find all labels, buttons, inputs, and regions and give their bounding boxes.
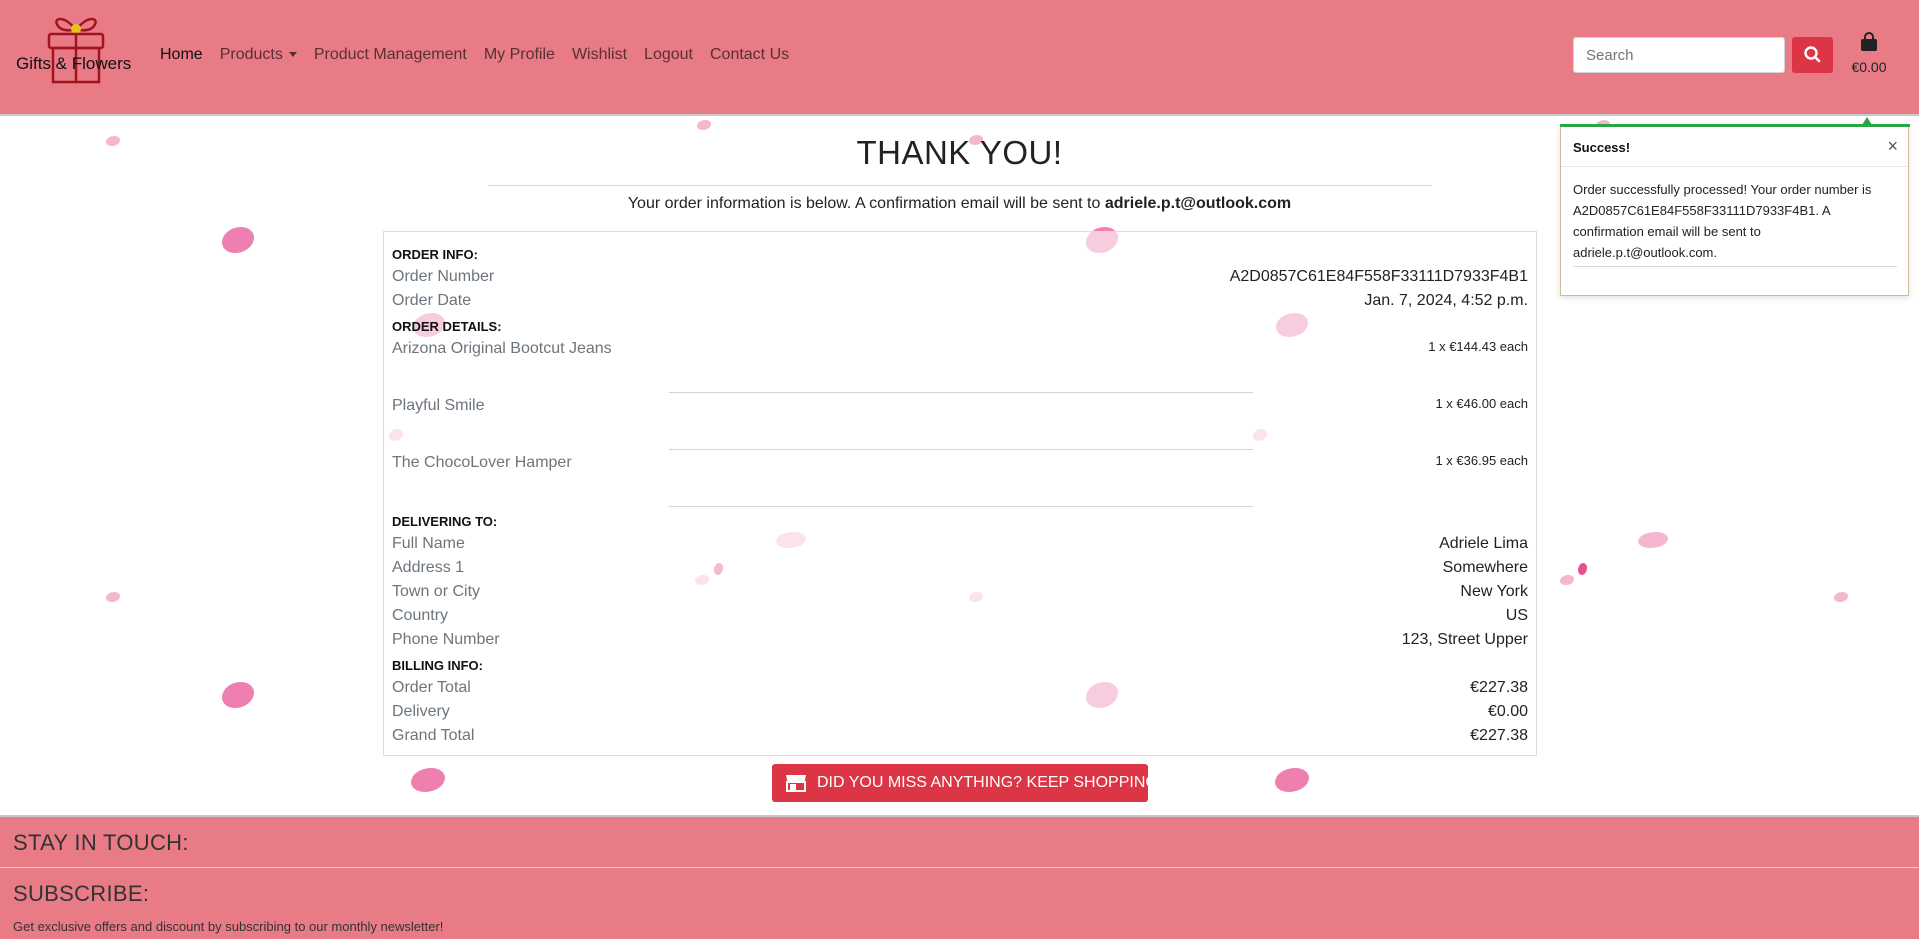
order-number-row: Order Number A2D0857C61E84F558F33111D793… — [392, 268, 1528, 290]
order-summary-card: ORDER INFO: Order Number A2D0857C61E84F5… — [383, 231, 1537, 756]
brand-name: Gifts & Flowers — [16, 54, 132, 73]
navbar: Gifts & Flowers Home Products Product Ma… — [0, 0, 1919, 116]
phone-value: 123, Street Upper — [1401, 631, 1528, 648]
delivery-row: Delivery €0.00 — [392, 703, 1528, 725]
close-icon[interactable]: × — [1887, 136, 1898, 157]
order-date-row: Order Date Jan. 7, 2024, 4:52 p.m. — [392, 292, 1528, 314]
petal-decoration — [1578, 563, 1587, 575]
list-item: Playful Smile 1 x €46.00 each — [392, 396, 1528, 419]
bag-total: €0.00 — [1851, 59, 1887, 75]
item-name: Playful Smile — [392, 397, 485, 414]
town-value: New York — [1460, 583, 1528, 600]
subscribe-heading: SUBSCRIBE: — [13, 881, 150, 906]
full-name-row: Full Name Adriele Lima — [392, 535, 1528, 557]
footer: STAY IN TOUCH: SUBSCRIBE: Get exclusive … — [0, 815, 1919, 939]
address1-label: Address 1 — [392, 559, 465, 576]
town-label: Town or City — [392, 583, 481, 600]
address1-value: Somewhere — [1442, 559, 1528, 576]
order-number-value: A2D0857C61E84F558F33111D7933F4B1 — [1229, 268, 1528, 285]
confirmation-email: adriele.p.t@outlook.com — [1104, 195, 1292, 212]
item-name: The ChocoLover Hamper — [392, 454, 572, 471]
petal-decoration — [222, 227, 254, 253]
brand-logo[interactable]: Gifts & Flowers — [16, 12, 136, 88]
gift-box-icon — [47, 17, 105, 84]
petal-decoration — [1275, 768, 1309, 792]
shopping-bag-button[interactable]: €0.00 — [1849, 32, 1889, 78]
divider — [488, 185, 1432, 186]
keep-shopping-label: DID YOU MISS ANYTHING? KEEP SHOPPING! — [817, 774, 1163, 791]
full-name-value: Adriele Lima — [1439, 535, 1528, 552]
toast-title: Success! — [1573, 140, 1631, 155]
list-item: Arizona Original Bootcut Jeans 1 x €144.… — [392, 339, 1528, 362]
toast-message: Order successfully processed! Your order… — [1573, 182, 1872, 260]
nav-wishlist[interactable]: Wishlist — [572, 46, 627, 64]
nav-logout[interactable]: Logout — [644, 46, 693, 64]
order-number-label: Order Number — [392, 268, 495, 285]
petal-decoration — [1560, 575, 1574, 585]
success-toast: Success! × Order successfully processed!… — [1560, 124, 1910, 296]
order-details-heading: ORDER DETAILS: — [392, 319, 502, 334]
delivering-to-heading: DELIVERING TO: — [392, 514, 498, 529]
item-divider — [669, 449, 1253, 450]
search-button[interactable] — [1792, 37, 1833, 73]
subscribe-text: Get exclusive offers and discount by sub… — [13, 919, 444, 934]
list-item: The ChocoLover Hamper 1 x €36.95 each — [392, 453, 1528, 476]
grand-total-label: Grand Total — [392, 727, 475, 744]
nav-product-management[interactable]: Product Management — [314, 46, 467, 64]
search-icon — [1804, 46, 1821, 63]
toast-accent-bar — [1560, 124, 1910, 127]
order-date-value: Jan. 7, 2024, 4:52 p.m. — [1364, 292, 1528, 309]
order-date-label: Order Date — [392, 292, 472, 309]
store-icon — [786, 775, 806, 792]
item-qty-price: 1 x €46.00 each — [1435, 396, 1528, 411]
address1-row: Address 1 Somewhere — [392, 559, 1528, 581]
item-qty-price: 1 x €144.43 each — [1428, 339, 1528, 354]
grand-total-row: Grand Total €227.38 — [392, 727, 1528, 749]
chevron-down-icon — [288, 52, 297, 58]
confirmation-text: Your order information is below. A confi… — [627, 195, 1101, 212]
country-row: Country US — [392, 607, 1528, 629]
keep-shopping-button[interactable]: DID YOU MISS ANYTHING? KEEP SHOPPING! — [772, 764, 1162, 802]
delivery-value: €0.00 — [1487, 703, 1528, 720]
item-divider — [669, 392, 1253, 393]
order-total-value: €227.38 — [1470, 679, 1528, 696]
nav-products-label: Products — [219, 46, 283, 63]
nav-contact-us[interactable]: Contact Us — [710, 46, 789, 64]
item-qty-price: 1 x €36.95 each — [1435, 453, 1528, 468]
item-name: Arizona Original Bootcut Jeans — [392, 340, 612, 357]
toast-divider — [1561, 166, 1908, 167]
nav-my-profile[interactable]: My Profile — [484, 46, 555, 64]
toast-divider — [1573, 266, 1897, 267]
full-name-label: Full Name — [392, 535, 465, 552]
stay-in-touch-heading: STAY IN TOUCH: — [13, 830, 189, 855]
billing-info-heading: BILLING INFO: — [392, 658, 483, 673]
order-info-heading: ORDER INFO: — [392, 247, 478, 262]
petal-decoration — [697, 120, 711, 130]
petal-decoration — [222, 682, 254, 708]
petal-decoration — [106, 592, 120, 602]
phone-row: Phone Number 123, Street Upper — [392, 631, 1528, 653]
town-row: Town or City New York — [392, 583, 1528, 605]
delivery-label: Delivery — [392, 703, 450, 720]
country-value: US — [1505, 607, 1528, 624]
order-total-label: Order Total — [392, 679, 471, 696]
main-nav: Home Products Product Management My Prof… — [160, 46, 806, 64]
search-input[interactable] — [1573, 37, 1785, 73]
grand-total-value: €227.38 — [1470, 727, 1528, 744]
petal-decoration — [1834, 592, 1848, 602]
country-label: Country — [392, 607, 449, 624]
nav-products-dropdown[interactable]: Products — [220, 46, 297, 64]
item-divider — [669, 506, 1253, 507]
footer-divider — [0, 867, 1919, 868]
petal-decoration — [411, 768, 445, 792]
shopping-bag-icon — [1861, 32, 1877, 51]
petal-decoration — [1638, 532, 1668, 548]
order-total-row: Order Total €227.38 — [392, 679, 1528, 701]
phone-label: Phone Number — [392, 631, 500, 648]
nav-home[interactable]: Home — [160, 46, 203, 64]
